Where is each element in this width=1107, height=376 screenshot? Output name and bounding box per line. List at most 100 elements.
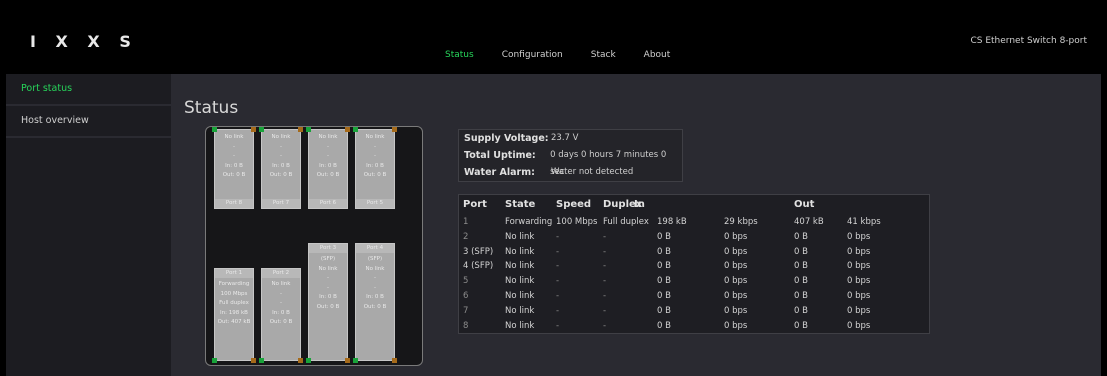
- table-cell: No link: [505, 261, 535, 272]
- link-led: [353, 127, 358, 132]
- nav-stack[interactable]: Stack: [591, 50, 616, 60]
- table-cell: -: [603, 246, 607, 257]
- switch-port[interactable]: No link - - In: 0 B Out: 0 B Port 2: [261, 268, 301, 361]
- port-name: Port 7: [262, 199, 300, 208]
- logo[interactable]: I X X S: [30, 32, 138, 51]
- link-led: [306, 127, 311, 132]
- link-led: [306, 358, 311, 363]
- table-cell: -: [556, 246, 560, 257]
- port-details: No link - - In: 0 B Out: 0 B: [215, 130, 253, 181]
- table-cell: 0 B: [657, 246, 671, 257]
- table-cell: No link: [505, 231, 535, 242]
- table-cell: No link: [505, 305, 535, 316]
- table-cell: 0 bps: [724, 320, 748, 331]
- table-row: 6 No link - - 0 B 0 bps 0 B 0 bps: [459, 289, 929, 304]
- port-detail-line: In: 0 B: [272, 162, 290, 169]
- water-alarm-row: Water Alarm: Water not detected: [459, 164, 682, 181]
- switch-port[interactable]: (SFP) No link - - In: 0 B Out: 0 B Port 3: [308, 243, 348, 361]
- port-detail-line: In: 0 B: [319, 162, 337, 169]
- port-detail-line: 100 Mbps: [220, 290, 248, 297]
- port-detail-line: In: 0 B: [225, 162, 243, 169]
- port-detail-line: No link: [271, 134, 291, 140]
- port-detail-line: In: 198 kB: [220, 309, 248, 316]
- table-cell: Forwarding: [505, 217, 553, 227]
- table-cell: 0 bps: [724, 246, 748, 257]
- port-detail-line: -: [327, 284, 329, 291]
- port-detail-line: -: [327, 153, 329, 160]
- table-cell: 0 bps: [847, 261, 871, 272]
- port-detail-line: -: [374, 275, 376, 282]
- table-cell: 0 bps: [847, 290, 871, 301]
- switch-port[interactable]: (SFP) No link - - In: 0 B Out: 0 B Port 4: [355, 243, 395, 361]
- port-detail-line: -: [280, 153, 282, 160]
- activity-led: [345, 358, 350, 363]
- header-speed: Speed: [556, 199, 592, 210]
- port-detail-line: Out: 407 kB: [217, 319, 251, 326]
- table-cell: 3 (SFP): [463, 246, 494, 257]
- table-cell: 100 Mbps: [556, 217, 598, 227]
- nav-status[interactable]: Status: [445, 50, 474, 60]
- table-row: 1 Forwarding 100 Mbps Full duplex 198 kB 29 k…: [459, 215, 929, 230]
- table-cell: -: [556, 290, 560, 301]
- table-cell: -: [603, 305, 607, 316]
- supply-voltage-row: Supply Voltage: 23.7 V: [459, 130, 682, 147]
- supply-voltage-value: 23.7 V: [551, 133, 579, 143]
- switch-port[interactable]: No link - - In: 0 B Out: 0 B Port 5: [355, 129, 395, 209]
- table-cell: 0 B: [657, 276, 671, 287]
- port-detail-line: No link: [224, 134, 244, 140]
- table-row: 7 No link - - 0 B 0 bps 0 B 0 bps: [459, 304, 929, 319]
- link-led: [212, 127, 217, 132]
- table-cell: -: [603, 276, 607, 287]
- switch-port[interactable]: Forwarding 100 Mbps Full duplex In: 198 kB O…: [214, 268, 254, 361]
- activity-led: [345, 127, 350, 132]
- table-cell: 0 B: [794, 276, 808, 287]
- activity-led: [298, 127, 303, 132]
- table-cell: 1: [463, 217, 469, 227]
- table-cell: 0 bps: [847, 320, 871, 331]
- table-cell: -: [603, 231, 607, 242]
- port-detail-line: -: [280, 143, 282, 150]
- port-details: No link - - In: 0 B Out: 0 B: [356, 130, 394, 181]
- switch-port[interactable]: No link - - In: 0 B Out: 0 B Port 8: [214, 129, 254, 209]
- port-details: (SFP) No link - - In: 0 B Out: 0 B: [356, 244, 394, 313]
- table-cell: 29 kbps: [724, 217, 758, 227]
- port-details: No link - - In: 0 B Out: 0 B: [262, 130, 300, 181]
- port-detail-line: -: [374, 143, 376, 150]
- header-out: Out: [794, 199, 815, 210]
- port-detail-line: -: [233, 153, 235, 160]
- port-details: (SFP) No link - - In: 0 B Out: 0 B: [309, 244, 347, 313]
- switch-port[interactable]: No link - - In: 0 B Out: 0 B Port 6: [308, 129, 348, 209]
- table-cell: 2: [463, 231, 469, 242]
- top-bar: I X X S Status Configuration Stack About…: [6, 6, 1101, 74]
- table-cell: 407 kB: [794, 217, 824, 227]
- table-cell: 0 B: [794, 231, 808, 242]
- link-led: [353, 358, 358, 363]
- table-cell: -: [603, 320, 607, 331]
- supply-voltage-label: Supply Voltage:: [464, 133, 549, 144]
- activity-led: [251, 127, 256, 132]
- port-name: Port 2: [262, 269, 300, 278]
- table-cell: -: [603, 261, 607, 272]
- system-info-panel: Supply Voltage: 23.7 V Total Uptime: 0 d…: [458, 129, 683, 182]
- port-detail-line: In: 0 B: [366, 162, 384, 169]
- table-cell: 0 bps: [847, 305, 871, 316]
- table-row: 5 No link - - 0 B 0 bps 0 B 0 bps: [459, 274, 929, 289]
- port-name: Port 8: [215, 199, 253, 208]
- switch-port[interactable]: No link - - In: 0 B Out: 0 B Port 7: [261, 129, 301, 209]
- port-table-header: Port State Speed Duplex In Out: [459, 195, 929, 215]
- switch-diagram: No link - - In: 0 B Out: 0 B Port 8 No link - - I…: [205, 126, 423, 366]
- port-detail-line: -: [280, 300, 282, 307]
- table-cell: -: [556, 305, 560, 316]
- table-cell: No link: [505, 276, 535, 287]
- nav-about[interactable]: About: [644, 50, 671, 60]
- port-details: No link - - In: 0 B Out: 0 B: [309, 130, 347, 181]
- table-cell: 0 bps: [724, 231, 748, 242]
- sidebar-item-host-overview[interactable]: Host overview: [6, 106, 171, 138]
- port-detail-line: In: 0 B: [366, 294, 384, 301]
- table-cell: 0 B: [794, 305, 808, 316]
- sidebar-item-port-status[interactable]: Port status: [6, 74, 171, 106]
- nav-configuration[interactable]: Configuration: [502, 50, 563, 60]
- port-detail-line: No link: [318, 265, 338, 272]
- header-port: Port: [463, 199, 487, 210]
- port-table: Port State Speed Duplex In Out 1 Forwardi…: [458, 194, 930, 335]
